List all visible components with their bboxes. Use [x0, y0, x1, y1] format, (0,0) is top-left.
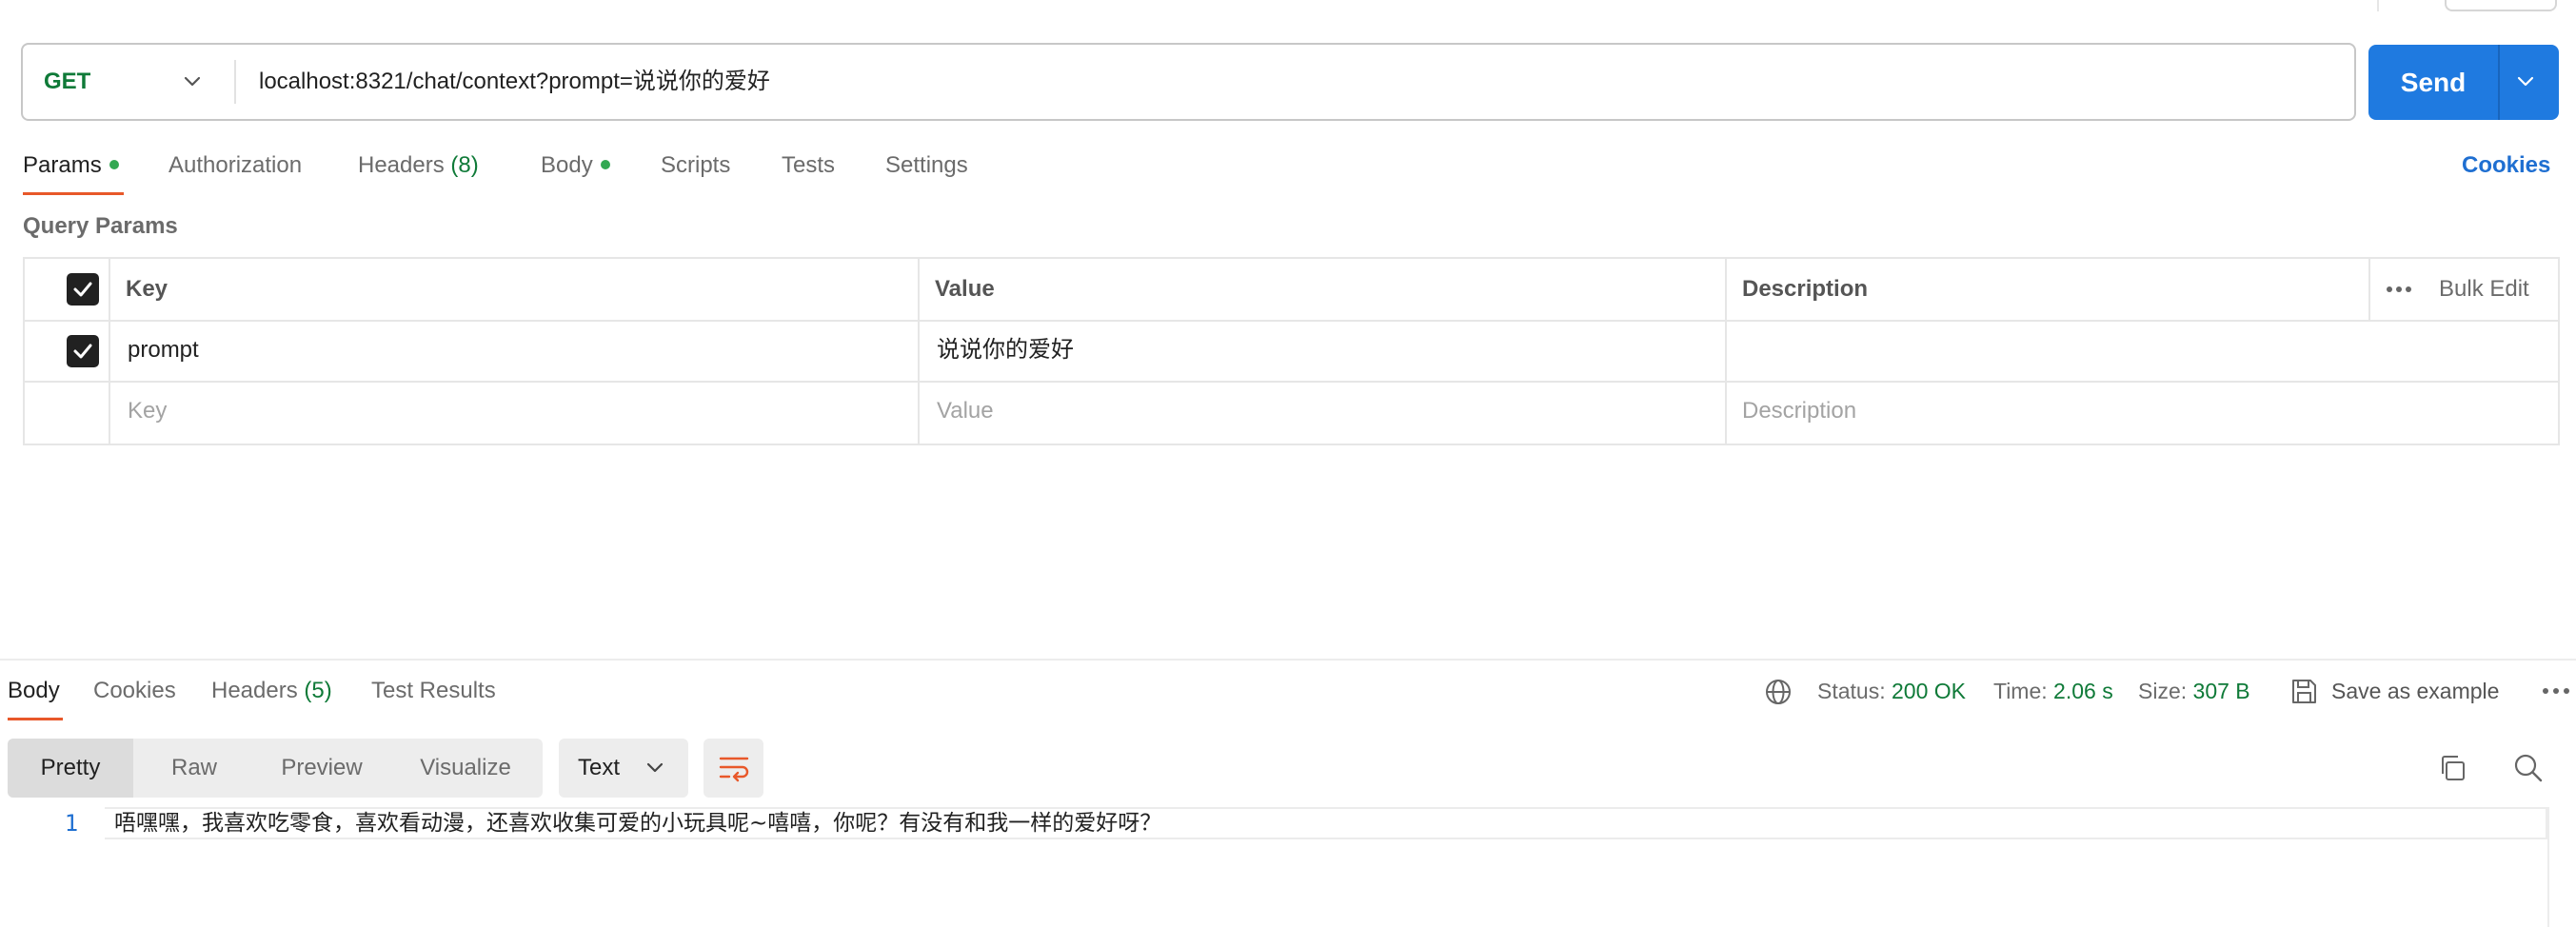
bulk-edit-button[interactable]: Bulk Edit — [2439, 272, 2529, 306]
size-value: 307 B — [2192, 679, 2250, 703]
response-size: Size: 307 B — [2138, 672, 2250, 710]
response-body-text[interactable]: 唔嘿嘿，我喜欢吃零食，喜欢看动漫，还喜欢收集可爱的小玩具呢~嘻嘻，你呢？有没有和… — [114, 807, 1161, 839]
format-label: Text — [578, 755, 621, 780]
query-params-table: Key Value Description Bulk Edit prompt 说… — [23, 257, 2560, 445]
tab-scripts[interactable]: Scripts — [661, 143, 730, 188]
tab-body-label: Body — [541, 152, 593, 178]
time-value: 2.06 s — [2053, 679, 2113, 703]
column-divider — [1725, 259, 1727, 444]
toolbar-button-partial[interactable] — [2445, 0, 2557, 11]
url-input[interactable]: localhost:8321/chat/context?prompt=说说你的爱… — [259, 45, 770, 119]
column-header-description: Description — [1742, 276, 1869, 302]
param-key-cell[interactable]: prompt — [128, 333, 199, 367]
status-value: 200 OK — [1892, 679, 1966, 703]
method-select[interactable]: GET — [23, 45, 234, 119]
save-icon[interactable] — [2289, 677, 2318, 705]
column-divider — [109, 259, 110, 444]
tab-authorization-label: Authorization — [168, 152, 303, 178]
copy-icon[interactable] — [2437, 753, 2467, 783]
status-label: Status: — [1817, 679, 1886, 703]
response-tab-cookies[interactable]: Cookies — [93, 672, 176, 710]
url-divider — [234, 60, 236, 104]
method-label: GET — [44, 69, 91, 94]
new-description-input[interactable]: Description — [1742, 394, 1856, 428]
line-number: 1 — [64, 810, 79, 837]
check-icon — [73, 282, 92, 297]
view-mode-pretty[interactable]: Pretty — [8, 739, 133, 798]
more-options-icon[interactable] — [2386, 285, 2412, 294]
active-response-tab-indicator — [8, 718, 63, 720]
response-tab-headers[interactable]: Headers (5) — [211, 672, 332, 710]
response-tab-headers-label: Headers — [211, 678, 298, 703]
view-mode-raw[interactable]: Raw — [133, 739, 255, 798]
send-button[interactable]: Send — [2368, 45, 2498, 120]
size-label: Size: — [2138, 679, 2188, 703]
tab-settings[interactable]: Settings — [885, 143, 968, 188]
tab-authorization[interactable]: Authorization — [168, 143, 302, 188]
tab-settings-label: Settings — [885, 152, 968, 178]
save-as-example-button[interactable]: Save as example — [2331, 672, 2499, 710]
tab-tests[interactable]: Tests — [782, 143, 835, 188]
tab-headers-label: Headers — [358, 152, 445, 178]
row-divider — [25, 320, 2558, 322]
wrap-lines-icon — [719, 757, 749, 782]
tab-tests-label: Tests — [782, 152, 836, 178]
new-value-input[interactable]: Value — [937, 394, 994, 428]
editor-scrollbar[interactable] — [2547, 807, 2549, 927]
query-params-title: Query Params — [23, 213, 178, 239]
response-divider — [0, 659, 2576, 661]
status-dot — [600, 159, 610, 169]
column-divider — [2368, 259, 2370, 320]
response-tab-test-results[interactable]: Test Results — [371, 672, 496, 710]
active-tab-indicator — [23, 192, 124, 195]
url-bar: GET localhost:8321/chat/context?prompt=说… — [21, 43, 2356, 121]
tab-params[interactable]: Params — [23, 143, 119, 188]
globe-icon[interactable] — [1764, 678, 1793, 706]
tab-headers-count: (8) — [450, 152, 479, 178]
wrap-lines-button[interactable] — [703, 739, 763, 798]
tab-scripts-label: Scripts — [661, 152, 731, 178]
tab-body[interactable]: Body — [541, 143, 610, 188]
status-dot — [109, 159, 119, 169]
search-icon[interactable] — [2513, 753, 2544, 783]
view-mode-visualize[interactable]: Visualize — [388, 739, 543, 798]
chevron-down-icon — [184, 76, 201, 87]
response-status: Status: 200 OK — [1817, 672, 1966, 710]
chevron-down-icon — [646, 762, 664, 773]
column-header-value: Value — [935, 276, 995, 302]
toolbar-divider — [2377, 0, 2379, 11]
tab-params-label: Params — [23, 152, 102, 178]
param-value-cell[interactable]: 说说你的爱好 — [937, 333, 1074, 367]
check-icon — [73, 344, 92, 359]
time-label: Time: — [1993, 679, 2048, 703]
new-key-input[interactable]: Key — [128, 394, 167, 428]
response-time: Time: 2.06 s — [1993, 672, 2113, 710]
view-mode-preview[interactable]: Preview — [255, 739, 388, 798]
format-select[interactable]: Text — [559, 739, 688, 798]
tab-headers[interactable]: Headers (8) — [358, 143, 479, 188]
view-mode-switcher: Pretty Raw Preview Visualize — [8, 739, 543, 798]
response-tab-headers-count: (5) — [304, 678, 332, 703]
send-button-group: Send — [2368, 45, 2559, 120]
send-options-chevron-icon[interactable] — [2513, 69, 2538, 94]
select-all-checkbox[interactable] — [67, 273, 99, 306]
cookies-link[interactable]: Cookies — [2462, 143, 2550, 188]
response-tab-body[interactable]: Body — [8, 672, 60, 710]
more-options-icon[interactable] — [2542, 686, 2570, 696]
row-divider — [25, 381, 2558, 383]
column-divider — [918, 259, 920, 444]
send-divider — [2498, 45, 2500, 120]
row-checkbox[interactable] — [67, 335, 99, 367]
column-header-key: Key — [126, 276, 168, 302]
